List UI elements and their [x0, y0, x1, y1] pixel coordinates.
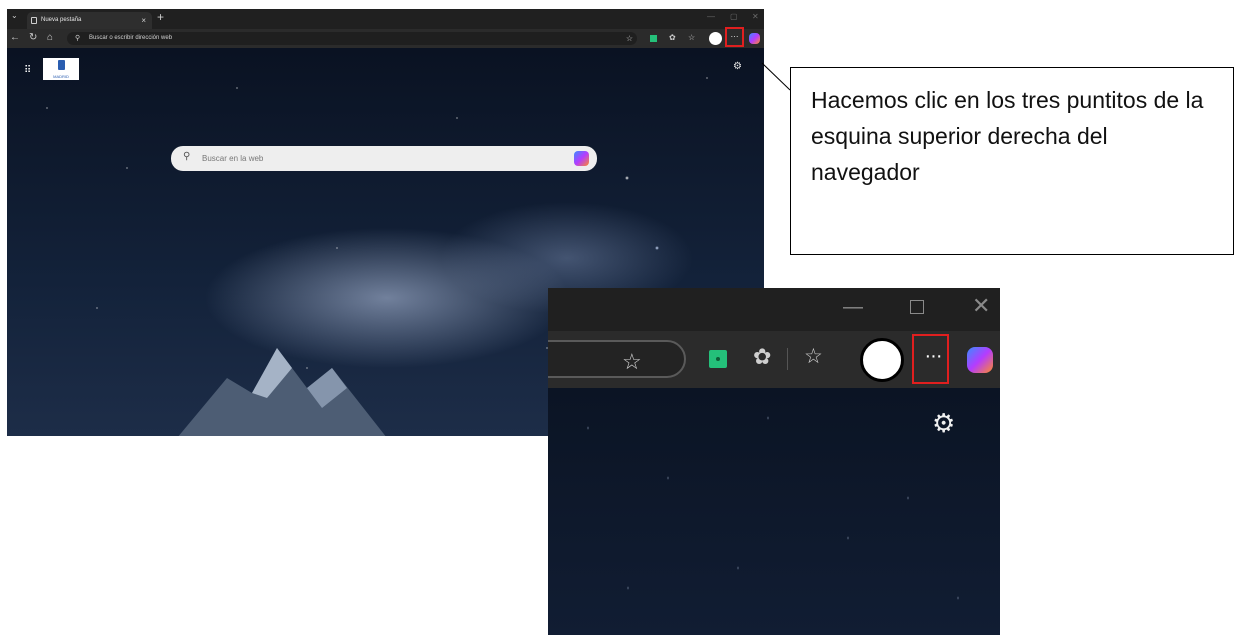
puzzle-icon[interactable]: ✿ — [753, 344, 771, 370]
star-icon[interactable]: ☆ — [622, 349, 642, 375]
close-icon[interactable]: ✕ — [972, 293, 990, 319]
zoom-title-bar: — ✕ — [548, 288, 1000, 331]
callout-box: Hacemos clic en los tres puntitos de la … — [790, 67, 1234, 255]
settings-icon[interactable]: ⚙ — [932, 408, 955, 439]
callout-text: Hacemos clic en los tres puntitos de la … — [811, 87, 1204, 185]
address-bar[interactable]: ☆ — [548, 340, 686, 378]
maximize-icon[interactable] — [910, 300, 924, 314]
toolbar-divider — [787, 348, 788, 370]
zoom-page-background: ⚙ — [548, 388, 1000, 635]
profile-avatar[interactable] — [860, 338, 904, 382]
more-button-highlight — [912, 334, 949, 384]
copilot-icon[interactable] — [967, 347, 993, 373]
favorites-icon[interactable]: ☆ — [804, 344, 823, 369]
zoomed-toolbar-inset: — ✕ ☆ ✿ ☆ ··· ⚙ — [548, 288, 1000, 635]
extension-icon[interactable] — [709, 350, 727, 368]
minimize-icon[interactable]: — — [843, 296, 863, 319]
